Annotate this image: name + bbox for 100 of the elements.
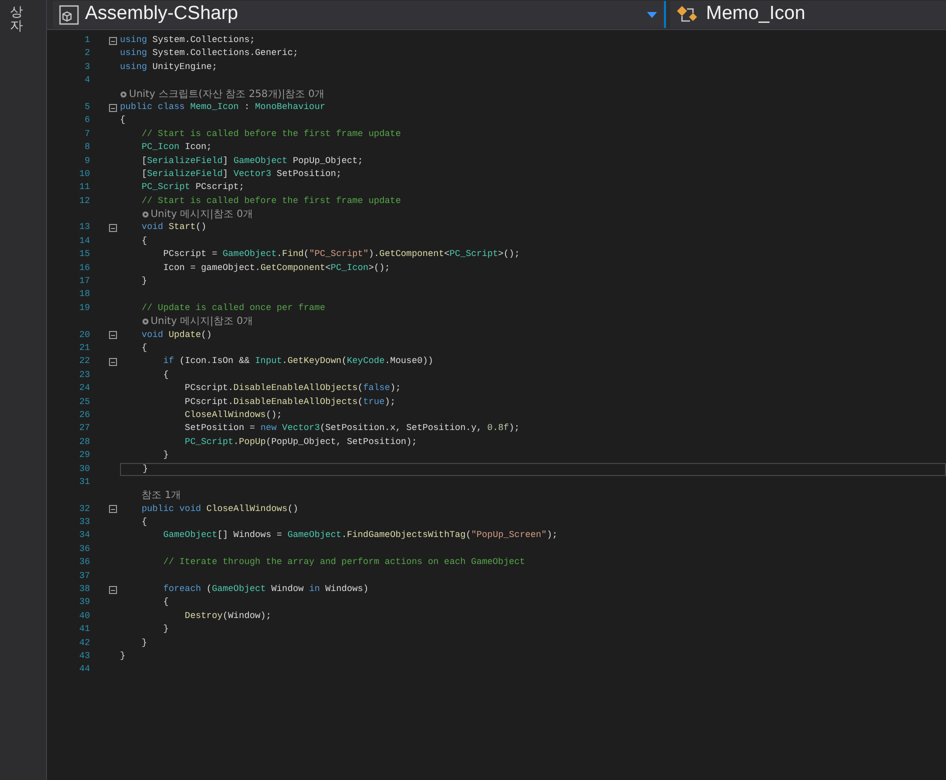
code-line: {: [162, 368, 169, 382]
class-dropdown[interactable]: Memo_Icon: [670, 1, 946, 28]
code-line: PCscript.DisableEnableAllObjects(true);: [184, 396, 396, 409]
code-line: // Iterate through the array and perform actions on each GameObject: [162, 556, 526, 570]
code-line: public void CloseAllWindows(): [140, 502, 298, 516]
code-line: [SerializeField] Vector3 SetPosition;: [140, 168, 342, 181]
line-number: 16: [78, 262, 90, 275]
code-line: {: [140, 234, 148, 248]
collapse-icon[interactable]: [109, 224, 117, 232]
code-line: using UnityEngine;: [120, 60, 218, 74]
project-icon: [59, 4, 79, 24]
line-number: 32: [78, 502, 90, 516]
line-number: 44: [78, 663, 90, 676]
line-number: 27: [78, 422, 90, 436]
line-number: 42: [78, 636, 90, 650]
line-number: 3: [84, 60, 90, 74]
line-number: 22: [78, 355, 90, 368]
project-name: Assembly-CSharp: [85, 2, 238, 26]
code-line: GameObject[] Windows = GameObject.FindGameObjectsWithTag("PopUp_Screen");: [162, 529, 558, 542]
line-number: 10: [78, 168, 90, 181]
code-line: using System.Collections;: [120, 34, 256, 47]
line-number: 40: [78, 610, 90, 623]
line-number: 26: [78, 408, 90, 422]
class-icon: [676, 4, 700, 24]
code-line: if (Icon.IsOn && Input.GetKeyDown(KeyCode.Mouse0)): [162, 355, 434, 368]
line-number: 17: [78, 275, 90, 288]
line-number: 30: [78, 462, 90, 476]
code-line: Destroy(Window);: [184, 610, 272, 623]
line-number: 4: [84, 74, 90, 88]
codelens-hint[interactable]: Unity 스크립트(자산 참조 258개)|참조 0개: [129, 88, 325, 101]
collapse-icon[interactable]: [109, 36, 117, 45]
code-line: PCscript.DisableEnableAllObjects(false);: [184, 382, 401, 396]
line-number: 21: [78, 342, 90, 355]
code-line: {: [140, 516, 148, 530]
code-line: }: [140, 636, 148, 650]
line-number: 37: [78, 570, 90, 583]
caret-icon: [646, 12, 656, 18]
code-line: }: [120, 650, 126, 663]
code-line: }: [142, 462, 148, 476]
line-number: 11: [78, 181, 90, 194]
line-number: 38: [78, 583, 90, 596]
line-number: 41: [78, 623, 90, 636]
code-line: // Start is called before the first frame update: [140, 194, 401, 208]
line-number: 5: [84, 100, 90, 114]
dropdown-arrow-button[interactable]: [639, 1, 666, 28]
codelens-hint[interactable]: 참조 1개: [142, 489, 182, 503]
line-number: 28: [78, 436, 90, 449]
line-number: 29: [78, 449, 90, 462]
line-number: 36: [78, 542, 90, 556]
codelens-hint[interactable]: Unity 메시지|참조 0개: [150, 208, 253, 222]
line-number: 18: [78, 288, 90, 302]
line-number: 24: [78, 382, 90, 396]
code-line: // Start is called before the first frame update: [140, 128, 401, 141]
code-line: PC_Icon Icon;: [140, 141, 212, 154]
code-line: public class Memo_Icon : MonoBehaviour: [120, 100, 326, 114]
code-line: foreach (GameObject Window in Windows): [162, 583, 368, 596]
line-number: 6: [84, 114, 90, 128]
codelens-hint[interactable]: Unity 메시지|참조 0개: [150, 315, 253, 329]
line-number: 15: [78, 248, 90, 262]
collapse-icon[interactable]: [109, 104, 117, 112]
collapse-icon[interactable]: [109, 505, 117, 514]
collapse-icon[interactable]: [109, 358, 117, 366]
line-number: 34: [78, 529, 90, 542]
line-number: 43: [78, 650, 90, 663]
code-line: Icon = gameObject.GetComponent<PC_Icon>();: [162, 262, 390, 275]
line-number: 25: [78, 396, 90, 409]
collapse-icon[interactable]: [109, 331, 117, 340]
code-line: void Update(): [140, 328, 212, 342]
code-line: }: [140, 275, 148, 288]
project-dropdown[interactable]: Assembly-CSharp: [53, 1, 639, 28]
line-number: 20: [78, 328, 90, 342]
code-line: PC_Script.PopUp(PopUp_Object, SetPosition);: [184, 436, 418, 449]
code-line: PC_Script PCscript;: [140, 181, 244, 194]
line-number: 9: [84, 154, 90, 168]
code-line: CloseAllWindows();: [184, 408, 282, 422]
line-number: 19: [78, 302, 90, 315]
code-line: void Start(): [140, 221, 206, 234]
toolbox-tab[interactable]: 상자: [10, 6, 23, 35]
line-number: 14: [78, 234, 90, 248]
code-line: [SerializeField] GameObject PopUp_Object;: [140, 154, 364, 168]
code-line: }: [162, 449, 169, 462]
code-line: {: [120, 114, 126, 128]
line-number: 8: [84, 141, 90, 154]
line-number: 1: [84, 34, 90, 47]
code-line: {: [140, 342, 148, 355]
code-line: {: [162, 596, 169, 610]
code-line: using System.Collections.Generic;: [120, 47, 298, 60]
line-number: 23: [78, 368, 90, 382]
line-number: 31: [78, 476, 90, 489]
line-number: 13: [78, 221, 90, 234]
code-line: }: [162, 623, 169, 636]
line-number: 12: [78, 194, 90, 208]
line-number: 2: [84, 47, 90, 60]
class-name: Memo_Icon: [706, 2, 806, 26]
code-line: // Update is called once per frame: [140, 302, 326, 315]
line-number: 7: [84, 128, 90, 141]
collapse-icon[interactable]: [109, 586, 117, 594]
line-number: 39: [78, 596, 90, 610]
line-number: 36: [78, 556, 90, 570]
code-line: SetPosition = new Vector3(SetPosition.x, SetPosition.y, 0.8f);: [184, 422, 520, 436]
